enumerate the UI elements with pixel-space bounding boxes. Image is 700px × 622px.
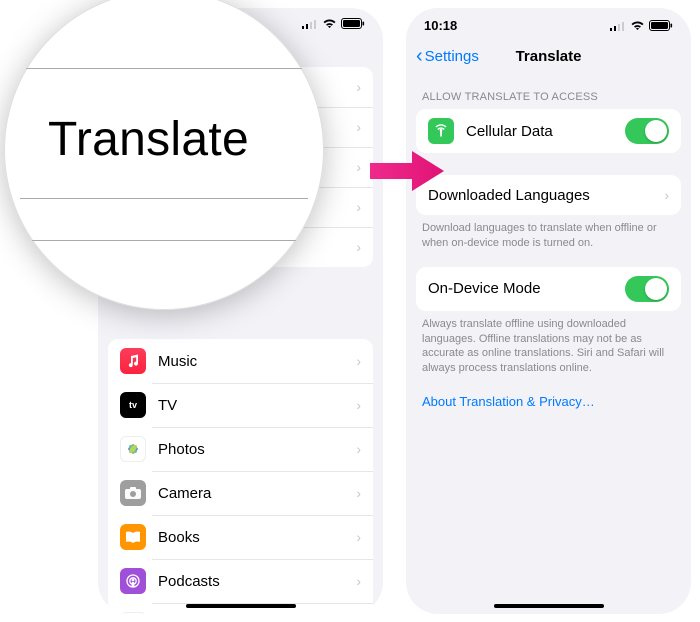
cellular-data-row[interactable]: Cellular Data [416, 109, 681, 153]
status-icons [610, 20, 673, 31]
music-icon [120, 348, 146, 374]
settings-item-tv[interactable]: tv TV › [108, 383, 373, 427]
translate-settings-screen: 10:18 ‹ Settings Translate ALLOW TRANSLA… [406, 8, 691, 614]
books-icon [120, 524, 146, 550]
settings-item-label: Music [158, 353, 344, 370]
settings-item-label: TV [158, 397, 344, 414]
settings-item-label: Camera [158, 485, 344, 502]
settings-item-camera[interactable]: Camera › [108, 471, 373, 515]
privacy-link[interactable]: About Translation & Privacy… [406, 376, 691, 427]
chevron-right-icon: › [664, 187, 669, 203]
nav-bar: ‹ Settings Translate [406, 37, 691, 75]
settings-item-books[interactable]: Books › [108, 515, 373, 559]
row-label: Cellular Data [466, 123, 613, 140]
allow-access-group: Cellular Data [416, 109, 681, 153]
cellular-toggle[interactable] [625, 118, 669, 144]
tv-icon: tv [120, 392, 146, 418]
status-time: 10:18 [424, 18, 457, 33]
row-label: Downloaded Languages [428, 187, 652, 204]
row-label: On-Device Mode [428, 280, 613, 297]
settings-item-music[interactable]: Music › [108, 339, 373, 383]
chevron-right-icon: › [315, 70, 324, 101]
settings-item-podcasts[interactable]: Podcasts › [108, 559, 373, 603]
arrow-annotation [368, 148, 446, 199]
podcasts-icon [120, 568, 146, 594]
ondevice-mode-row[interactable]: On-Device Mode [416, 267, 681, 311]
chevron-right-icon: › [356, 441, 361, 457]
chevron-right-icon: › [356, 353, 361, 369]
gamecenter-icon [120, 612, 146, 614]
photos-icon [120, 436, 146, 462]
home-indicator[interactable] [186, 604, 296, 608]
downloaded-group: Downloaded Languages › [416, 175, 681, 215]
chevron-right-icon: › [356, 485, 361, 501]
settings-item-photos[interactable]: Photos › [108, 427, 373, 471]
ondevice-toggle[interactable] [625, 276, 669, 302]
camera-icon [120, 480, 146, 506]
chevron-left-icon: ‹ [416, 45, 423, 68]
media-apps-group: Music › tv TV › [108, 339, 373, 614]
home-indicator[interactable] [494, 604, 604, 608]
section-header-allow: ALLOW TRANSLATE TO ACCESS [406, 75, 691, 109]
status-bar: 10:18 [406, 8, 691, 37]
cellular-icon [428, 118, 454, 144]
ondevice-group: On-Device Mode [416, 267, 681, 311]
page-title: Translate [516, 48, 582, 65]
settings-item-label: Photos [158, 441, 344, 458]
back-button[interactable]: ‹ Settings [416, 45, 479, 68]
chevron-right-icon: › [356, 573, 361, 589]
magnified-row-label: Translate [48, 112, 249, 167]
downloaded-footer: Download languages to translate when off… [406, 215, 691, 251]
settings-item-label: Books [158, 529, 344, 546]
downloaded-languages-row[interactable]: Downloaded Languages › [416, 175, 681, 215]
magnifier-callout: › Translate [4, 0, 324, 310]
back-label: Settings [425, 48, 479, 65]
chevron-right-icon: › [356, 529, 361, 545]
chevron-right-icon: › [356, 397, 361, 413]
ondevice-footer: Always translate offline using downloade… [406, 311, 691, 376]
settings-item-label: Podcasts [158, 573, 344, 590]
